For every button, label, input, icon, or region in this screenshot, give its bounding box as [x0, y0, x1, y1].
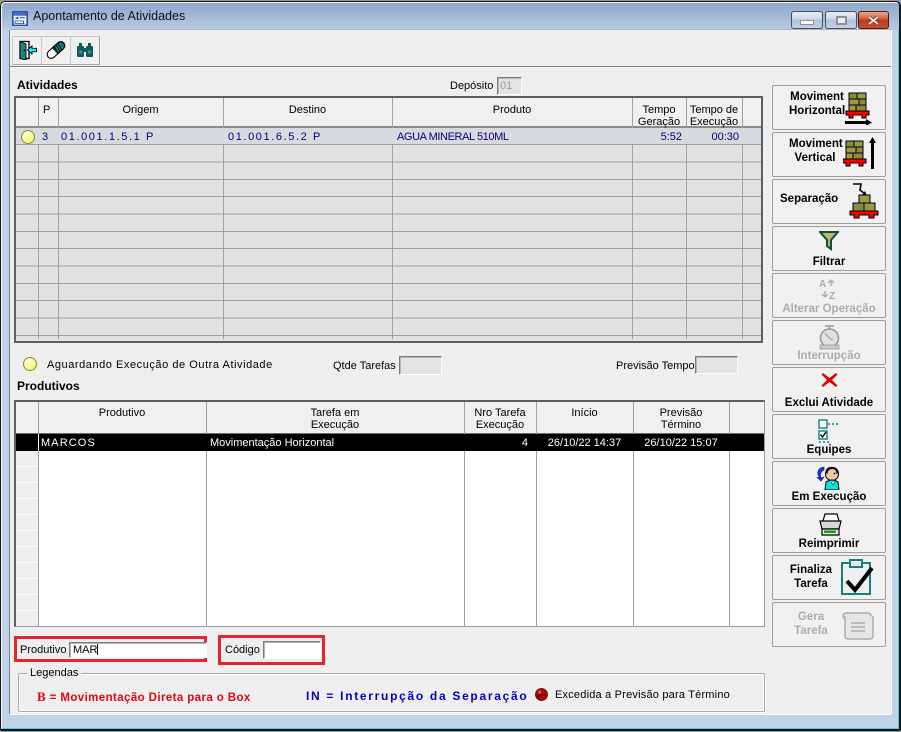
svg-text:Z: Z — [829, 291, 835, 301]
svg-text:A: A — [819, 279, 826, 290]
